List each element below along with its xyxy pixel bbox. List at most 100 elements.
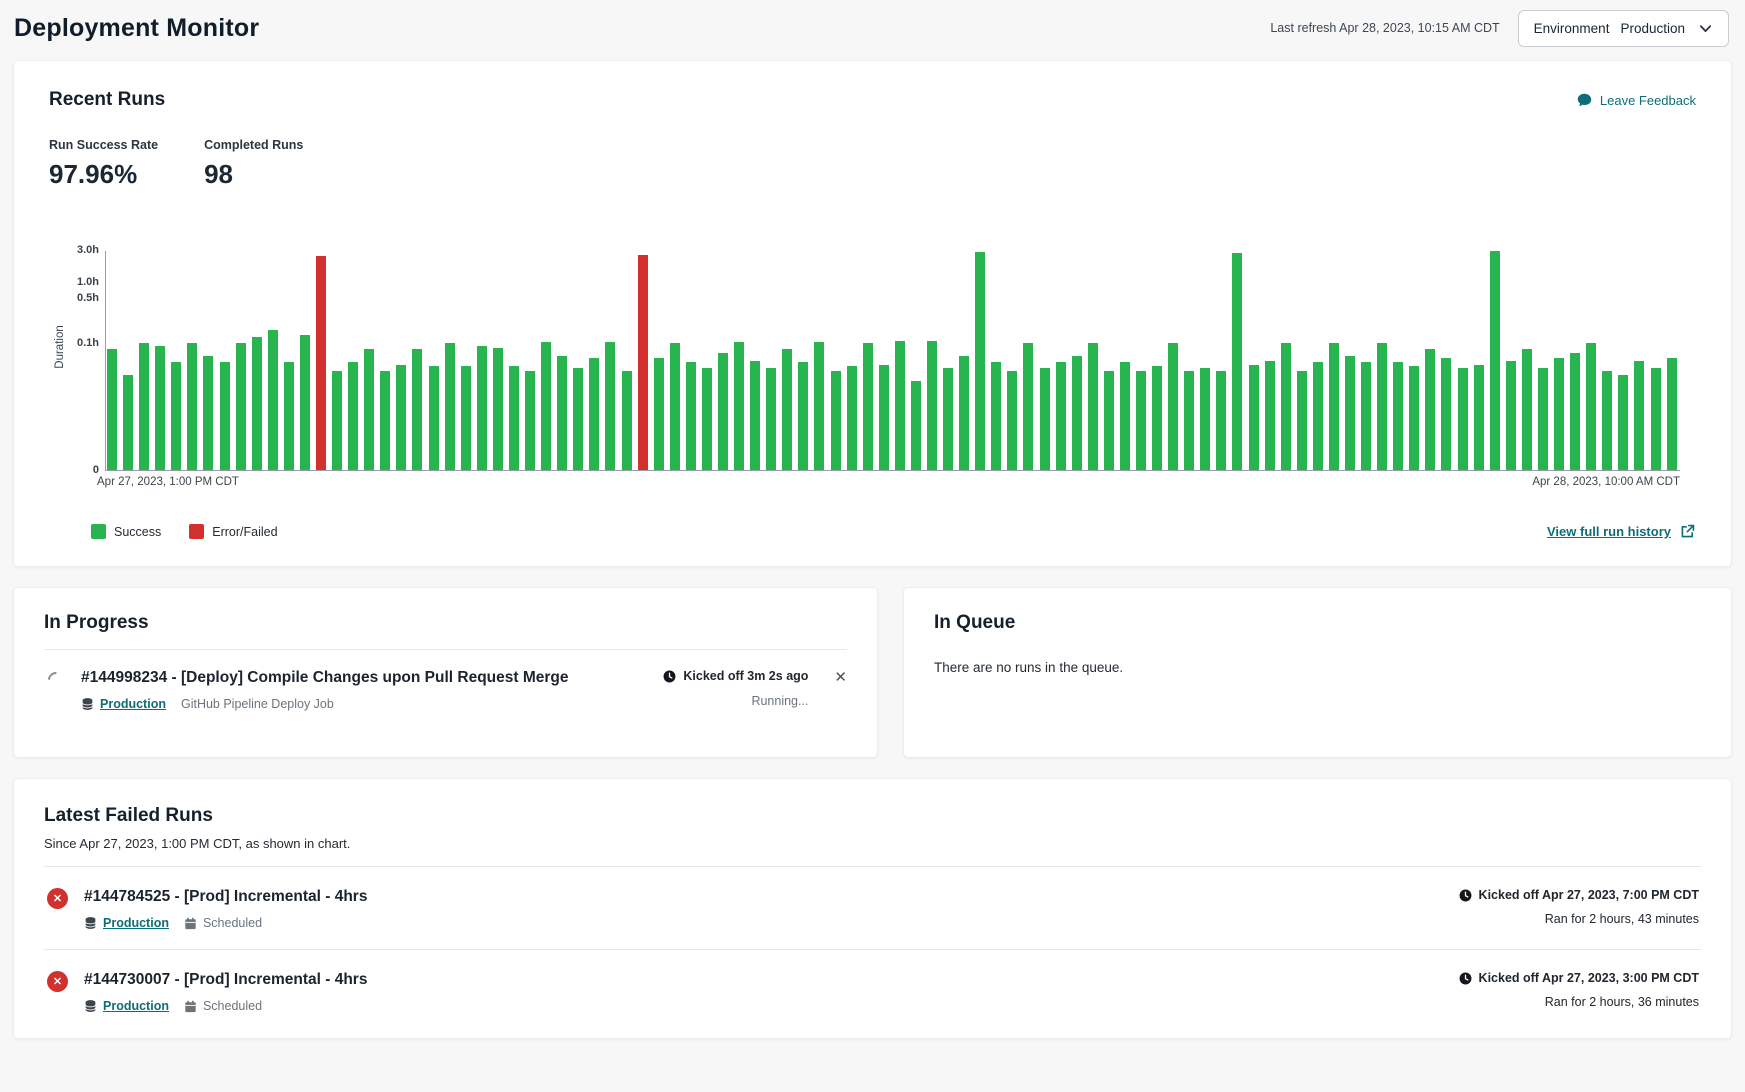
- run-bar-success[interactable]: [863, 343, 873, 470]
- run-bar-success[interactable]: [1667, 358, 1677, 470]
- run-bar-success[interactable]: [541, 342, 551, 470]
- run-bar-success[interactable]: [943, 368, 953, 470]
- run-bar-success[interactable]: [1586, 343, 1596, 470]
- run-bar-failed[interactable]: [316, 256, 326, 470]
- run-bar-success[interactable]: [959, 356, 969, 470]
- run-bar-success[interactable]: [1023, 343, 1033, 470]
- run-bar-success[interactable]: [348, 362, 358, 470]
- run-bar-success[interactable]: [1393, 362, 1403, 470]
- run-bar-success[interactable]: [332, 371, 342, 470]
- run-bar-success[interactable]: [654, 358, 664, 470]
- run-bar-success[interactable]: [766, 368, 776, 470]
- run-bar-success[interactable]: [1409, 366, 1419, 470]
- run-bar-success[interactable]: [879, 365, 889, 470]
- run-bar-success[interactable]: [557, 356, 567, 470]
- run-bar-success[interactable]: [1184, 371, 1194, 470]
- run-bar-success[interactable]: [203, 356, 213, 470]
- run-bar-success[interactable]: [589, 358, 599, 470]
- run-bar-success[interactable]: [750, 361, 760, 470]
- production-link[interactable]: Production: [84, 916, 169, 930]
- run-bar-success[interactable]: [509, 366, 519, 470]
- run-bar-success[interactable]: [1345, 356, 1355, 470]
- run-bar-success[interactable]: [1232, 253, 1242, 470]
- run-bar-success[interactable]: [477, 346, 487, 471]
- run-bar-success[interactable]: [1441, 358, 1451, 470]
- run-bar-success[interactable]: [412, 349, 422, 470]
- run-bar-success[interactable]: [525, 371, 535, 470]
- run-bar-success[interactable]: [1377, 343, 1387, 470]
- run-bar-success[interactable]: [702, 368, 712, 470]
- run-bar-success[interactable]: [1329, 343, 1339, 470]
- run-bar-success[interactable]: [252, 337, 262, 470]
- run-bar-success[interactable]: [1265, 361, 1275, 470]
- run-bar-success[interactable]: [782, 349, 792, 470]
- run-bar-success[interactable]: [975, 252, 985, 470]
- run-bar-success[interactable]: [847, 366, 857, 470]
- environment-dropdown[interactable]: Environment Production: [1518, 10, 1729, 47]
- run-bar-success[interactable]: [493, 348, 503, 470]
- run-bar-success[interactable]: [236, 343, 246, 470]
- run-bar-success[interactable]: [1602, 371, 1612, 470]
- run-bar-success[interactable]: [814, 342, 824, 470]
- run-bar-success[interactable]: [686, 362, 696, 470]
- run-bar-success[interactable]: [268, 330, 278, 471]
- run-bar-success[interactable]: [461, 366, 471, 470]
- run-bar-success[interactable]: [911, 381, 921, 470]
- run-bar-success[interactable]: [1249, 365, 1259, 470]
- run-bar-success[interactable]: [171, 362, 181, 470]
- run-bar-success[interactable]: [1056, 362, 1066, 470]
- view-run-history-link[interactable]: View full run history: [1547, 523, 1696, 540]
- run-bar-success[interactable]: [1474, 365, 1484, 470]
- run-bar-success[interactable]: [670, 343, 680, 470]
- run-bar-success[interactable]: [734, 342, 744, 470]
- run-bar-success[interactable]: [1651, 368, 1661, 470]
- run-bar-success[interactable]: [1297, 371, 1307, 470]
- run-bar-success[interactable]: [1281, 343, 1291, 470]
- run-bar-success[interactable]: [1216, 371, 1226, 470]
- run-bar-success[interactable]: [1152, 366, 1162, 470]
- run-bar-success[interactable]: [1104, 371, 1114, 470]
- run-bar-success[interactable]: [927, 341, 937, 470]
- run-bar-success[interactable]: [1506, 361, 1516, 470]
- run-bar-success[interactable]: [220, 362, 230, 470]
- production-link[interactable]: Production: [84, 999, 169, 1013]
- run-bar-success[interactable]: [396, 365, 406, 470]
- run-bar-success[interactable]: [1634, 361, 1644, 470]
- run-bar-success[interactable]: [107, 349, 117, 470]
- run-bar-success[interactable]: [1313, 362, 1323, 470]
- run-bar-success[interactable]: [1458, 368, 1468, 470]
- run-bar-success[interactable]: [1618, 375, 1628, 470]
- run-bar-success[interactable]: [718, 353, 728, 470]
- run-bar-success[interactable]: [1072, 356, 1082, 470]
- run-bar-success[interactable]: [155, 346, 165, 471]
- run-bar-success[interactable]: [1570, 353, 1580, 470]
- run-bar-success[interactable]: [991, 362, 1001, 470]
- close-icon[interactable]: ✕: [834, 670, 847, 685]
- run-bar-success[interactable]: [1554, 358, 1564, 470]
- leave-feedback-link[interactable]: Leave Feedback: [1576, 92, 1696, 108]
- run-bar-success[interactable]: [1136, 371, 1146, 470]
- run-bar-success[interactable]: [284, 362, 294, 470]
- run-bar-success[interactable]: [380, 371, 390, 470]
- run-bar-success[interactable]: [187, 343, 197, 470]
- run-bar-success[interactable]: [573, 368, 583, 470]
- run-bar-success[interactable]: [831, 371, 841, 470]
- run-bar-success[interactable]: [1007, 371, 1017, 470]
- run-bar-success[interactable]: [1200, 368, 1210, 470]
- run-bar-success[interactable]: [364, 349, 374, 470]
- run-bar-success[interactable]: [429, 366, 439, 470]
- run-bar-success[interactable]: [1490, 251, 1500, 470]
- run-bar-success[interactable]: [139, 343, 149, 470]
- run-bar-success[interactable]: [1040, 368, 1050, 470]
- run-bar-success[interactable]: [1425, 349, 1435, 470]
- run-bar-success[interactable]: [1168, 343, 1178, 470]
- run-bar-success[interactable]: [300, 335, 310, 470]
- run-bar-success[interactable]: [1522, 349, 1532, 470]
- run-bar-success[interactable]: [1538, 368, 1548, 470]
- run-bar-success[interactable]: [895, 341, 905, 470]
- run-bar-success[interactable]: [123, 375, 133, 470]
- run-bar-success[interactable]: [622, 371, 632, 470]
- production-link[interactable]: Production: [81, 697, 166, 711]
- run-bar-success[interactable]: [798, 362, 808, 470]
- run-bar-success[interactable]: [445, 343, 455, 470]
